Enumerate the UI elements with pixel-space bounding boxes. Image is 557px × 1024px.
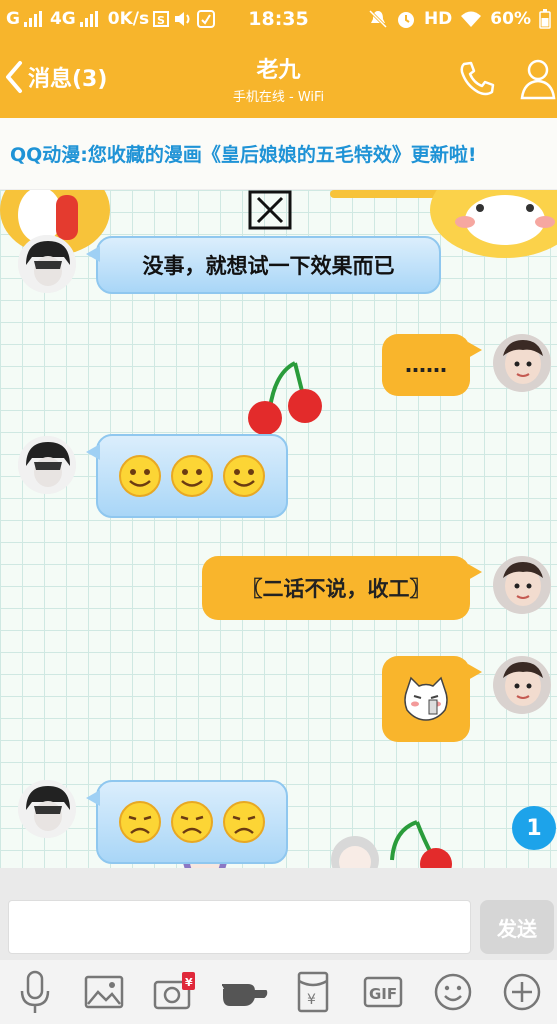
profile-icon[interactable] <box>516 56 556 100</box>
svg-text:¥: ¥ <box>307 992 316 1008</box>
my-avatar[interactable] <box>493 656 551 714</box>
poke-icon <box>221 984 267 1006</box>
message-bubble-1[interactable]: 没事，就想试一下效果而已 <box>86 236 441 294</box>
send-button[interactable]: 发送 <box>480 900 554 954</box>
svg-text:GIF: GIF <box>369 985 397 1003</box>
message-bubble-6[interactable] <box>86 780 288 864</box>
input-toolbar: ¥ ¥ GIF <box>0 960 557 1024</box>
smile-emoji-icon <box>223 455 265 497</box>
contact-avatar[interactable] <box>18 235 76 293</box>
background-symbol <box>248 190 292 230</box>
red-packet-button[interactable]: ¥ <box>289 968 337 1016</box>
message-text-2: …… <box>405 353 447 377</box>
message-bubble-3[interactable] <box>86 434 288 518</box>
red-packet-icon: ¥ <box>298 971 329 1013</box>
message-bubble-2[interactable]: …… <box>382 334 482 396</box>
contact-avatar[interactable] <box>18 436 76 494</box>
my-avatar[interactable] <box>493 556 551 614</box>
chat-area[interactable]: 没事，就想试一下效果而已 …… 〖二话不说，收工〗 <box>0 190 557 868</box>
camera-button[interactable]: ¥ <box>150 968 198 1016</box>
message-input[interactable] <box>8 900 471 954</box>
input-bar: 发送 <box>0 868 557 960</box>
banner-text: QQ动漫:您收藏的漫画《皇后娘娘的五毛特效》更新啦! <box>10 144 477 166</box>
image-icon <box>85 975 124 1009</box>
clock: 18:35 <box>248 8 309 30</box>
poke-button[interactable] <box>220 968 268 1016</box>
status-bar: G 4G 0K/s S 18:35 HD 60% <box>0 0 557 38</box>
contact-avatar[interactable] <box>18 780 76 838</box>
sad-emoji-icon <box>223 801 265 843</box>
svg-text:¥: ¥ <box>185 976 193 989</box>
mic-icon <box>20 970 50 1013</box>
camera-icon: ¥ <box>153 972 196 1010</box>
mic-button[interactable] <box>11 968 59 1016</box>
cat-sticker-icon <box>404 676 448 721</box>
chat-header: 消息(3) 老九 手机在线 - WiFi <box>0 38 557 118</box>
smile-emoji-icon <box>119 455 161 497</box>
message-bubble-4[interactable]: 〖二话不说，收工〗 <box>202 556 482 620</box>
my-avatar[interactable] <box>493 334 551 392</box>
image-button[interactable] <box>80 968 128 1016</box>
message-text-1: 没事，就想试一下效果而已 <box>142 254 395 278</box>
background-cherry <box>248 361 322 435</box>
sad-emoji-icon <box>171 801 213 843</box>
message-text-4: 〖二话不说，收工〗 <box>241 577 431 601</box>
unread-badge[interactable]: 1 <box>512 806 556 850</box>
smile-emoji-icon <box>171 455 213 497</box>
emoji-icon <box>434 973 471 1011</box>
sad-emoji-icon <box>119 801 161 843</box>
gif-icon: GIF <box>363 976 403 1008</box>
more-button[interactable] <box>498 968 546 1016</box>
message-bubble-5[interactable] <box>382 656 482 742</box>
background-cherry-2 <box>390 820 452 868</box>
gif-button[interactable]: GIF <box>359 968 407 1016</box>
notification-banner[interactable]: QQ动漫:您收藏的漫画《皇后娘娘的五毛特效》更新啦! <box>0 118 557 190</box>
plus-icon <box>503 973 541 1011</box>
emoji-button[interactable] <box>429 968 477 1016</box>
phone-icon[interactable] <box>456 58 498 100</box>
